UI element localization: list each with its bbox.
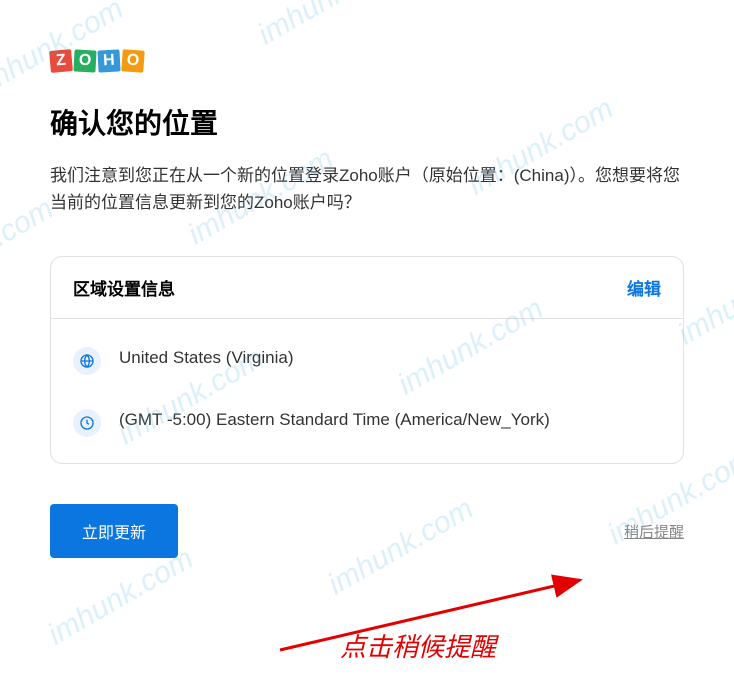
card-body: United States (Virginia) (GMT -5:00) Eas… xyxy=(51,319,683,463)
page-description: 我们注意到您正在从一个新的位置登录Zoho账户（原始位置：(China)）。您想… xyxy=(50,162,684,216)
logo-letter: O xyxy=(121,49,144,72)
logo-letter: Z xyxy=(49,49,73,73)
annotation-text: 点击稍候提醒 xyxy=(340,627,496,664)
edit-link[interactable]: 编辑 xyxy=(627,275,661,300)
logo-letter: O xyxy=(73,49,96,72)
card-header: 区域设置信息 编辑 xyxy=(51,257,683,319)
location-row: United States (Virginia) xyxy=(51,329,683,391)
actions-row: 立即更新 稍后提醒 xyxy=(50,504,684,558)
update-now-button[interactable]: 立即更新 xyxy=(50,504,178,558)
globe-icon xyxy=(73,347,101,375)
logo-letter: H xyxy=(97,49,120,72)
clock-icon xyxy=(73,409,101,437)
timezone-row: (GMT -5:00) Eastern Standard Time (Ameri… xyxy=(51,391,683,453)
location-text: United States (Virginia) xyxy=(119,345,294,371)
page-title: 确认您的位置 xyxy=(50,102,684,142)
zoho-logo: Z O H O xyxy=(50,50,684,72)
card-header-title: 区域设置信息 xyxy=(73,275,175,300)
locale-card: 区域设置信息 编辑 United States (Virginia) (GMT … xyxy=(50,256,684,464)
timezone-text: (GMT -5:00) Eastern Standard Time (Ameri… xyxy=(119,407,550,433)
remind-later-link[interactable]: 稍后提醒 xyxy=(624,521,684,542)
